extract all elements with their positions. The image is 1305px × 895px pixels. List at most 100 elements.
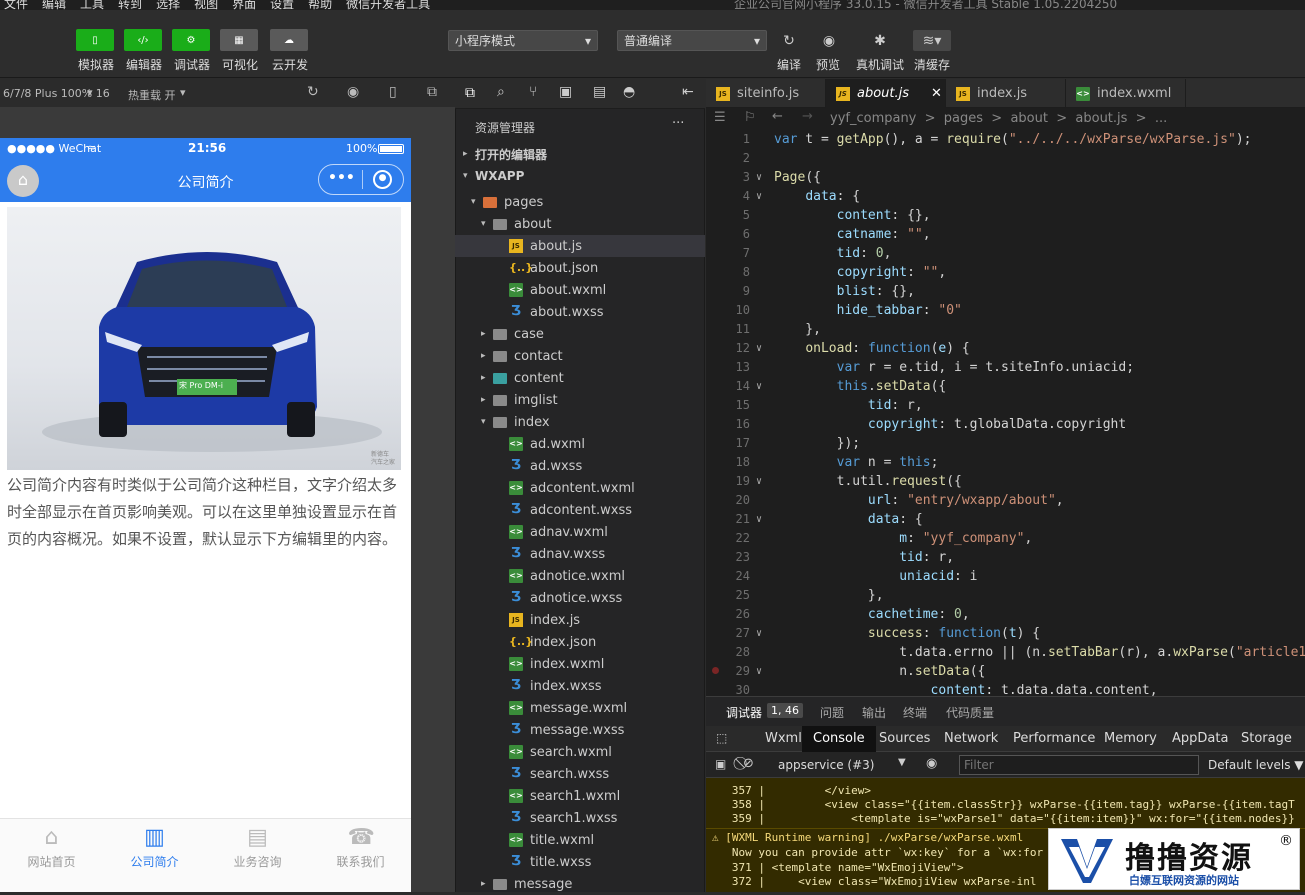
- git-icon[interactable]: ⑂: [529, 84, 537, 100]
- menu-item[interactable]: 文件: [4, 0, 28, 10]
- code-line[interactable]: 5 content: {},: [706, 206, 1305, 225]
- extensions-icon[interactable]: ▣: [559, 84, 572, 100]
- fold-icon[interactable]: ∨: [756, 510, 762, 529]
- devtools-tab[interactable]: Console: [802, 726, 876, 752]
- debugger-tab[interactable]: 输出: [862, 704, 886, 721]
- code-line[interactable]: 15 tid: r,: [706, 396, 1305, 415]
- visual-button[interactable]: ▦: [220, 29, 258, 51]
- menu-item[interactable]: 微信开发者工具: [346, 0, 430, 10]
- menu-item[interactable]: 设置: [270, 0, 294, 10]
- mode-select[interactable]: 小程序模式 ▾: [448, 30, 598, 51]
- devtools-tab[interactable]: Network: [933, 726, 1009, 752]
- code-line[interactable]: 22 m: "yyf_company",: [706, 529, 1305, 548]
- fold-icon[interactable]: ∨: [756, 168, 762, 187]
- forward-icon[interactable]: →: [802, 109, 813, 124]
- code-line[interactable]: 17 });: [706, 434, 1305, 453]
- debugger-tab[interactable]: 问题: [820, 704, 844, 721]
- code-line[interactable]: 25 },: [706, 586, 1305, 605]
- preview-button[interactable]: ◉: [810, 30, 848, 51]
- menu-item[interactable]: 帮助: [308, 0, 332, 10]
- file-item[interactable]: <> search1.wxml: [455, 785, 705, 807]
- editor-tab[interactable]: JS index.js: [946, 79, 1066, 108]
- code-line[interactable]: 20 url: "entry/wxapp/about",: [706, 491, 1305, 510]
- close-icon[interactable]: ✕: [931, 86, 942, 101]
- docker-icon[interactable]: ◓: [623, 84, 635, 100]
- file-item[interactable]: Ʒad.wxss: [455, 455, 705, 477]
- sidebar-toggle-icon[interactable]: ▣: [715, 757, 726, 771]
- code-line[interactable]: 18 var n = this;: [706, 453, 1305, 472]
- devtools-tab[interactable]: AppData: [1161, 726, 1239, 752]
- folder-item[interactable]: ▸ contact: [455, 345, 705, 367]
- code-line[interactable]: 30 content: t.data.data.content,: [706, 681, 1305, 696]
- file-item[interactable]: Ʒadnav.wxss: [455, 543, 705, 565]
- file-item[interactable]: <> message.wxml: [455, 697, 705, 719]
- code-line[interactable]: 24 uniacid: i: [706, 567, 1305, 586]
- fold-icon[interactable]: ∨: [756, 339, 762, 358]
- back-icon[interactable]: ←: [772, 109, 783, 124]
- code-line[interactable]: 14 ∨ this.setData({: [706, 377, 1305, 396]
- console-filter-input[interactable]: [959, 755, 1199, 775]
- devtools-tab[interactable]: Sources: [868, 726, 941, 752]
- code-line[interactable]: 23 tid: r,: [706, 548, 1305, 567]
- file-item[interactable]: <> title.wxml: [455, 829, 705, 851]
- editor-button[interactable]: ‹/›: [124, 29, 162, 51]
- eye-icon[interactable]: ◉: [926, 756, 937, 771]
- fold-icon[interactable]: ∨: [756, 187, 762, 206]
- search-icon[interactable]: ⌕: [497, 84, 505, 100]
- menu-item[interactable]: 转到: [118, 0, 142, 10]
- context-select[interactable]: appservice (#3): [778, 758, 874, 772]
- folder-item[interactable]: ▸ case: [455, 323, 705, 345]
- file-item[interactable]: <> ad.wxml: [455, 433, 705, 455]
- close-miniprogram-icon[interactable]: ●: [373, 170, 392, 189]
- file-item[interactable]: Ʒsearch.wxss: [455, 763, 705, 785]
- file-item[interactable]: Ʒindex.wxss: [455, 675, 705, 697]
- debugger-tab[interactable]: 代码质量: [946, 704, 994, 721]
- menu-item[interactable]: 工具: [80, 0, 104, 10]
- code-line[interactable]: 2: [706, 149, 1305, 168]
- code-line[interactable]: 13 var r = e.tid, i = t.siteInfo.uniacid…: [706, 358, 1305, 377]
- tab-item[interactable]: ⌂ 网站首页: [0, 819, 103, 870]
- menu-item[interactable]: 界面: [232, 0, 256, 10]
- editor-tab[interactable]: <> index.wxml: [1066, 79, 1186, 108]
- folder-item[interactable]: ▾ pages: [455, 191, 705, 213]
- debugger-tab[interactable]: 终端: [903, 704, 927, 721]
- files-icon[interactable]: ⧉: [465, 85, 475, 101]
- file-item[interactable]: <> index.wxml: [455, 653, 705, 675]
- menu-item[interactable]: 编辑: [42, 0, 66, 10]
- record-icon[interactable]: ◉: [347, 84, 359, 100]
- code-line[interactable]: 29 ∨ n.setData({: [706, 662, 1305, 681]
- devtools-tab[interactable]: Performance: [1002, 726, 1106, 752]
- rotate-icon[interactable]: ↻: [307, 84, 319, 100]
- menu-item[interactable]: 视图: [194, 0, 218, 10]
- editor-tab[interactable]: JS siteinfo.js: [706, 79, 826, 108]
- log-levels-select[interactable]: Default levels ▼: [1208, 758, 1304, 772]
- file-item[interactable]: Ʒabout.wxss: [455, 301, 705, 323]
- code-line[interactable]: 27 ∨ success: function(t) {: [706, 624, 1305, 643]
- debugger-tab[interactable]: 调试器: [726, 704, 762, 721]
- tab-item[interactable]: ▥ 公司简介: [103, 819, 206, 870]
- code-editor[interactable]: 1 var t = getApp(), a = require("../../..…: [706, 130, 1305, 696]
- folder-item[interactable]: ▸ content: [455, 367, 705, 389]
- fold-icon[interactable]: ∨: [756, 624, 762, 643]
- cloud-button[interactable]: ☁: [270, 29, 308, 51]
- file-item[interactable]: <> adcontent.wxml: [455, 477, 705, 499]
- code-line[interactable]: 16 copyright: t.globalData.copyright: [706, 415, 1305, 434]
- debugger-button[interactable]: ⚙: [172, 29, 210, 51]
- code-line[interactable]: 7 tid: 0,: [706, 244, 1305, 263]
- popout-icon[interactable]: ⧉: [427, 84, 437, 100]
- code-line[interactable]: 19 ∨ t.util.request({: [706, 472, 1305, 491]
- folder-item[interactable]: ▾ index: [455, 411, 705, 433]
- fold-icon[interactable]: ∨: [756, 472, 762, 491]
- collapse-panel-icon[interactable]: ⇤: [682, 84, 694, 100]
- inspect-icon[interactable]: ⬚: [716, 731, 727, 745]
- file-item[interactable]: Ʒadnotice.wxss: [455, 587, 705, 609]
- clear-cache-button[interactable]: ≋▾: [913, 30, 951, 51]
- code-line[interactable]: 11 },: [706, 320, 1305, 339]
- file-item[interactable]: JS index.js: [455, 609, 705, 631]
- tab-item[interactable]: ☎ 联系我们: [309, 819, 412, 870]
- file-item[interactable]: Ʒsearch1.wxss: [455, 807, 705, 829]
- code-line[interactable]: 12 ∨ onLoad: function(e) {: [706, 339, 1305, 358]
- device-icon[interactable]: ▯: [389, 84, 397, 100]
- code-line[interactable]: 1 var t = getApp(), a = require("../../..…: [706, 130, 1305, 149]
- explorer-more-button[interactable]: ···: [672, 116, 684, 131]
